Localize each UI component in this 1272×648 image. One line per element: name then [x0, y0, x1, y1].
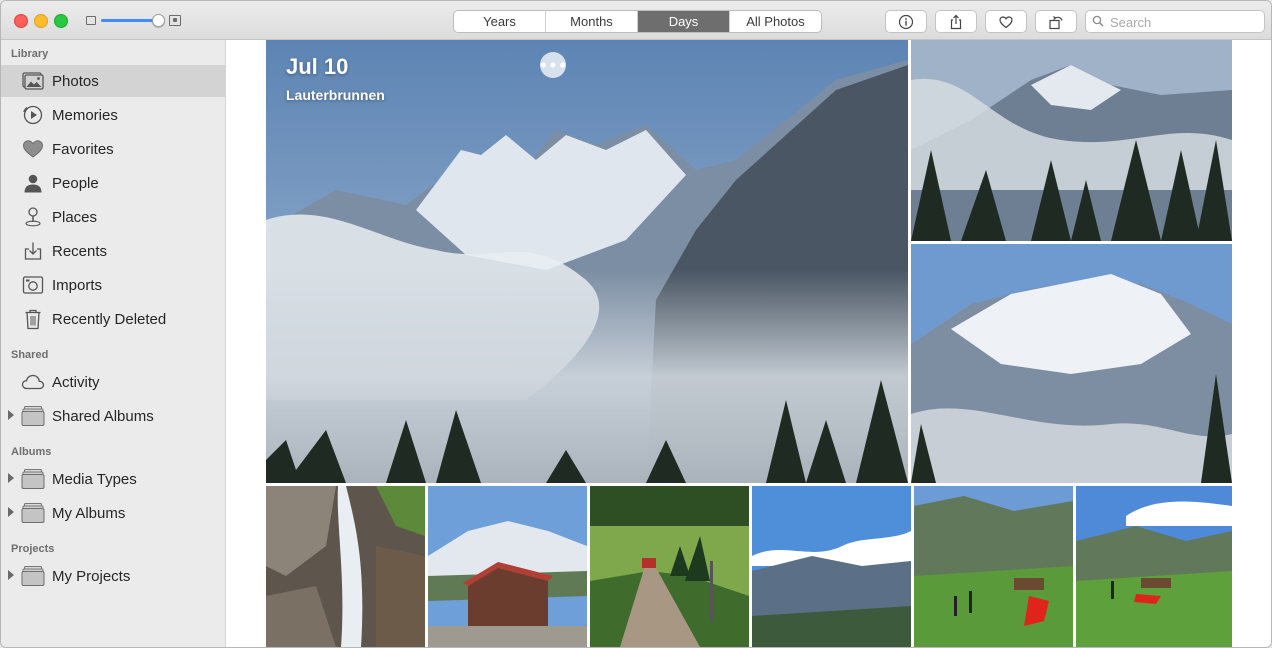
sidebar-item-media-types[interactable]: Media Types	[1, 463, 225, 495]
photo-hero-mountains[interactable]: Jul 10 Lauterbrunnen	[266, 40, 908, 483]
sidebar: Library Photos Memories Favorites People…	[1, 40, 226, 647]
toolbar: Years Months Days All Photos	[1, 1, 1271, 40]
cloud-icon	[21, 371, 45, 393]
segment-days[interactable]: Days	[638, 11, 730, 32]
section-title-albums: Albums	[11, 446, 52, 458]
segment-months[interactable]: Months	[546, 11, 638, 32]
photo-image	[914, 486, 1073, 647]
photo-red-dress-2[interactable]	[1076, 486, 1232, 647]
sidebar-item-my-projects[interactable]: My Projects	[1, 560, 225, 592]
search-field[interactable]	[1085, 10, 1265, 33]
sidebar-item-label: Photos	[52, 73, 99, 90]
photo-snowy-massif[interactable]	[911, 244, 1232, 483]
zoom-slider-fill	[101, 19, 157, 22]
sidebar-item-places[interactable]: Places	[1, 201, 225, 233]
trash-icon	[21, 308, 45, 330]
section-title-projects: Projects	[11, 543, 55, 555]
segment-all-photos[interactable]: All Photos	[730, 11, 821, 32]
disclosure-triangle[interactable]	[8, 570, 14, 580]
sidebar-item-memories[interactable]: Memories	[1, 99, 225, 131]
sidebar-item-label: Favorites	[52, 141, 114, 158]
photo-image	[590, 486, 749, 647]
folder-icon	[21, 565, 45, 587]
person-icon	[21, 172, 45, 194]
photos-icon	[21, 70, 45, 92]
sidebar-item-activity[interactable]: Activity	[1, 366, 225, 398]
sidebar-item-label: Recents	[52, 243, 108, 260]
sidebar-item-imports[interactable]: Imports	[1, 269, 225, 301]
share-button[interactable]	[935, 10, 977, 33]
memories-icon	[21, 104, 45, 126]
sidebar-item-photos[interactable]: Photos	[1, 65, 225, 97]
disclosure-triangle[interactable]	[8, 410, 14, 420]
heart-icon	[21, 138, 45, 160]
recents-icon	[21, 240, 45, 262]
photo-library-view: Jul 10 Lauterbrunnen	[226, 40, 1271, 647]
photo-image	[266, 40, 908, 483]
favorite-button[interactable]	[985, 10, 1027, 33]
photo-image	[911, 40, 1232, 241]
photo-image	[428, 486, 587, 647]
sidebar-item-label: Imports	[52, 277, 103, 294]
folder-icon	[21, 405, 45, 427]
sidebar-item-label: Shared Albums	[52, 408, 154, 425]
sidebar-item-label: Activity	[52, 374, 100, 391]
day-location[interactable]: Lauterbrunnen	[286, 87, 385, 103]
sidebar-item-recents[interactable]: Recents	[1, 235, 225, 267]
sidebar-item-label: My Albums	[52, 505, 126, 522]
rotate-icon	[1049, 15, 1063, 29]
day-title: Jul 10	[286, 54, 349, 79]
sidebar-item-label: My Projects	[52, 568, 131, 585]
photo-red-dress-1[interactable]	[914, 486, 1073, 647]
folder-icon	[21, 468, 45, 490]
sidebar-item-label: Places	[52, 209, 98, 226]
search-icon	[1092, 15, 1104, 27]
section-title-shared: Shared	[11, 349, 49, 361]
info-button[interactable]	[885, 10, 927, 33]
photo-image	[911, 244, 1232, 483]
photo-image	[752, 486, 911, 647]
photos-window: Years Months Days All Photos Library Pho…	[0, 0, 1272, 648]
sidebar-item-label: Memories	[52, 107, 118, 124]
view-segmented-control: Years Months Days All Photos	[453, 10, 822, 33]
sidebar-item-label: Media Types	[52, 471, 137, 488]
search-input[interactable]	[1108, 12, 1262, 32]
photo-valley-clouds[interactable]	[752, 486, 911, 647]
segment-years[interactable]: Years	[454, 11, 546, 32]
rotate-button[interactable]	[1035, 10, 1077, 33]
folder-icon	[21, 502, 45, 524]
sidebar-item-label: People	[52, 175, 99, 192]
sidebar-item-my-albums[interactable]: My Albums	[1, 497, 225, 529]
sidebar-item-label: Recently Deleted	[52, 311, 167, 328]
close-button[interactable]	[14, 14, 28, 28]
disclosure-triangle[interactable]	[8, 507, 14, 517]
sidebar-item-people[interactable]: People	[1, 167, 225, 199]
zoom-in-icon[interactable]	[169, 15, 181, 26]
zoom-window-button[interactable]	[54, 14, 68, 28]
day-photo-grid: Jul 10 Lauterbrunnen	[266, 40, 1232, 647]
photo-peaks-trees[interactable]	[911, 40, 1232, 241]
zoom-slider-knob[interactable]	[152, 14, 165, 27]
zoom-out-icon[interactable]	[86, 16, 96, 25]
zoom-slider[interactable]	[101, 19, 159, 22]
sidebar-item-shared-albums[interactable]: Shared Albums	[1, 400, 225, 432]
info-icon	[898, 14, 914, 29]
share-icon	[950, 14, 962, 29]
sidebar-item-recently-deleted[interactable]: Recently Deleted	[1, 303, 225, 335]
photo-image	[1076, 486, 1232, 647]
disclosure-triangle[interactable]	[8, 473, 14, 483]
camera-icon	[21, 274, 45, 296]
photo-chalet[interactable]	[428, 486, 587, 647]
photo-image	[266, 486, 425, 647]
more-button[interactable]	[540, 52, 566, 78]
photo-waterfall-rocks[interactable]	[266, 486, 425, 647]
photo-railway[interactable]	[590, 486, 749, 647]
ellipsis-icon	[540, 62, 566, 68]
section-title-library: Library	[11, 48, 49, 60]
heart-icon	[999, 15, 1013, 28]
minimize-button[interactable]	[34, 14, 48, 28]
pin-icon	[21, 206, 45, 228]
sidebar-item-favorites[interactable]: Favorites	[1, 133, 225, 165]
